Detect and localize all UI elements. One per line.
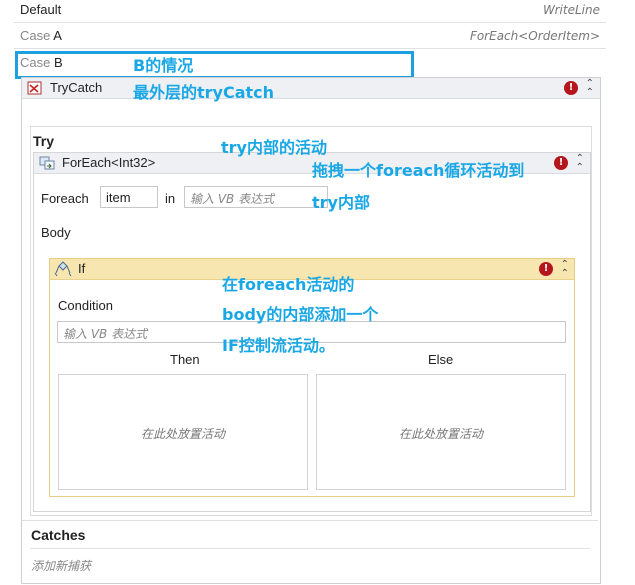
case-b-highlight-box: [15, 51, 414, 79]
trycatch-title: TryCatch: [50, 80, 103, 95]
annotation-drag-foreach-1: 拖拽一个foreach循环活动到: [312, 161, 525, 180]
annotation-drag-foreach-2: try内部: [312, 193, 370, 212]
foreach-title: ForEach<Int32>: [62, 155, 156, 170]
case-a-activity: ForEach<OrderItem>: [469, 29, 600, 43]
error-icon[interactable]: !: [539, 262, 553, 276]
expression-placeholder: 输入 VB 表达式: [190, 192, 275, 206]
else-drop-hint: 在此处放置活动: [398, 427, 483, 441]
case-a-value: A: [53, 28, 62, 43]
then-label: Then: [170, 352, 200, 367]
annotation-outer-trycatch: 最外层的tryCatch: [133, 83, 275, 102]
try-label: Try: [33, 133, 55, 149]
catches-divider: [22, 520, 598, 521]
if-title: If: [78, 261, 86, 276]
foreach-item-value: item: [106, 190, 131, 205]
annotation-add-if-2: body的内部添加一个: [222, 305, 379, 324]
annotation-try-inner: try内部的活动: [221, 138, 327, 157]
then-drop-hint: 在此处放置活动: [140, 427, 225, 441]
condition-placeholder: 输入 VB 表达式: [63, 327, 148, 341]
foreach-expression-field[interactable]: 输入 VB 表达式: [184, 186, 328, 208]
if-icon: [54, 261, 72, 277]
error-icon[interactable]: !: [554, 156, 568, 170]
catches-divider-2: [30, 548, 590, 549]
else-drop-zone[interactable]: 在此处放置活动: [316, 374, 566, 490]
foreach-label: Foreach: [41, 191, 89, 206]
case-row-default[interactable]: Default WriteLine: [14, 0, 606, 23]
annotation-add-if-1: 在foreach活动的: [222, 275, 355, 294]
collapse-chevron-icon[interactable]: ⌃ ⌃: [586, 79, 594, 98]
condition-label: Condition: [58, 298, 113, 313]
in-label: in: [165, 191, 176, 206]
collapse-chevron-icon[interactable]: ⌃ ⌃: [576, 154, 584, 173]
then-drop-zone[interactable]: 在此处放置活动: [58, 374, 308, 490]
else-label: Else: [428, 352, 454, 367]
error-icon[interactable]: !: [564, 81, 578, 95]
case-row-a[interactable]: Case A ForEach<OrderItem>: [14, 26, 606, 49]
foreach-item-field[interactable]: item: [100, 186, 158, 208]
case-default-activity: WriteLine: [542, 3, 600, 17]
add-catch-link[interactable]: 添加新捕获: [31, 557, 91, 574]
foreach-icon: [39, 156, 55, 170]
trycatch-icon: [27, 81, 42, 95]
catches-label: Catches: [31, 527, 86, 543]
trycatch-header[interactable]: TryCatch ! ⌃ ⌃: [22, 78, 600, 99]
case-a-label: Case: [20, 28, 51, 43]
annotation-case-b: B的情况: [133, 56, 194, 75]
case-default-label: Default: [20, 2, 62, 17]
collapse-chevron-icon[interactable]: ⌃ ⌃: [561, 260, 569, 279]
annotation-add-if-3: IF控制流活动。: [222, 336, 335, 355]
body-label: Body: [41, 225, 71, 240]
